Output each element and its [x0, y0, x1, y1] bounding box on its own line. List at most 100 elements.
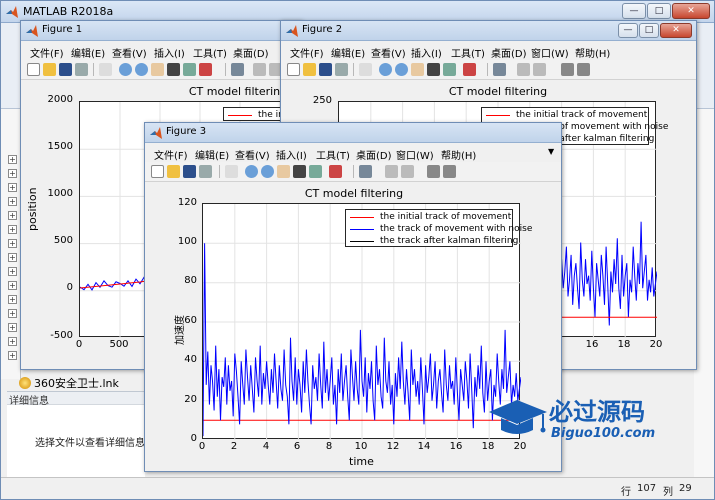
data-cursor-icon[interactable]: [183, 63, 196, 76]
link-plot-icon[interactable]: [231, 63, 244, 76]
link-plot-icon[interactable]: [493, 63, 506, 76]
zoom-in-icon[interactable]: [379, 63, 392, 76]
expand-icon[interactable]: +: [8, 323, 17, 332]
figure-3-title-bar[interactable]: Figure 3: [145, 123, 561, 143]
menu-edit[interactable]: 编辑(E): [71, 45, 105, 60]
save-icon[interactable]: [319, 63, 332, 76]
pan-hand-icon[interactable]: [151, 63, 164, 76]
x-tick-label: 2: [230, 441, 238, 452]
matlab-window-controls: — □ ✕: [622, 3, 710, 20]
zoom-out-icon[interactable]: [395, 63, 408, 76]
link-plot-icon[interactable]: [359, 165, 372, 178]
expand-icon[interactable]: +: [8, 211, 17, 220]
save-icon[interactable]: [183, 165, 196, 178]
colorbar-icon[interactable]: [517, 63, 530, 76]
details-panel-header[interactable]: 详细信息: [7, 391, 145, 407]
open-file-icon[interactable]: [43, 63, 56, 76]
open-file-icon[interactable]: [303, 63, 316, 76]
print-icon[interactable]: [75, 63, 88, 76]
print-icon[interactable]: [335, 63, 348, 76]
zoom-in-icon[interactable]: [245, 165, 258, 178]
expand-icon[interactable]: +: [8, 197, 17, 206]
save-icon[interactable]: [59, 63, 72, 76]
menu-help[interactable]: 帮助(H): [575, 45, 610, 60]
maximize-button[interactable]: □: [639, 23, 659, 38]
hide-plot-tools-icon[interactable]: [427, 165, 440, 178]
colorbar-icon[interactable]: [253, 63, 266, 76]
svg-text:必过源码: 必过源码: [549, 398, 645, 426]
menu-view[interactable]: 查看(V): [112, 45, 147, 60]
legend-icon[interactable]: [401, 165, 414, 178]
menu-insert[interactable]: 插入(I): [154, 45, 185, 60]
menu-dock-arrow-icon[interactable]: ▼: [548, 147, 554, 156]
show-plot-tools-icon[interactable]: [443, 165, 456, 178]
menu-window[interactable]: 窗口(W): [531, 45, 569, 60]
minimize-button[interactable]: —: [618, 23, 638, 38]
open-file-icon[interactable]: [167, 165, 180, 178]
expand-icon[interactable]: +: [8, 169, 17, 178]
rotate-3d-icon[interactable]: [167, 63, 180, 76]
colorbar-icon[interactable]: [385, 165, 398, 178]
maximize-button[interactable]: □: [647, 3, 671, 19]
figure-2-title-bar[interactable]: Figure 2 — □ ✕: [281, 21, 696, 41]
figure-3-legend[interactable]: the initial track of movement the track …: [345, 209, 532, 247]
brush-icon[interactable]: [463, 63, 476, 76]
print-icon[interactable]: [199, 165, 212, 178]
pointer-icon[interactable]: [225, 165, 238, 178]
legend-icon[interactable]: [533, 63, 546, 76]
pointer-icon[interactable]: [359, 63, 372, 76]
pointer-icon[interactable]: [99, 63, 112, 76]
expand-icon[interactable]: +: [8, 267, 17, 276]
expand-icon[interactable]: +: [8, 295, 17, 304]
new-figure-icon[interactable]: [27, 63, 40, 76]
menu-file[interactable]: 文件(F): [30, 45, 64, 60]
menu-desktop[interactable]: 桌面(D): [491, 45, 527, 60]
zoom-out-icon[interactable]: [135, 63, 148, 76]
menu-file[interactable]: 文件(F): [154, 147, 188, 162]
hide-plot-tools-icon[interactable]: [561, 63, 574, 76]
expand-icon[interactable]: +: [8, 351, 17, 360]
expand-icon[interactable]: +: [8, 239, 17, 248]
menu-view[interactable]: 查看(V): [371, 45, 406, 60]
menu-tools[interactable]: 工具(T): [451, 45, 485, 60]
menu-tools[interactable]: 工具(T): [316, 147, 350, 162]
expand-icon[interactable]: +: [8, 225, 17, 234]
file-list-item[interactable]: 360安全卫士.lnk: [19, 375, 119, 391]
menu-help[interactable]: 帮助(H): [441, 147, 476, 162]
rotate-3d-icon[interactable]: [427, 63, 440, 76]
menu-desktop[interactable]: 桌面(D): [356, 147, 392, 162]
rotate-3d-icon[interactable]: [293, 165, 306, 178]
figure-1-title-bar[interactable]: Figure 1: [21, 21, 301, 41]
show-plot-tools-icon[interactable]: [577, 63, 590, 76]
menu-file[interactable]: 文件(F): [290, 45, 324, 60]
expand-icon[interactable]: +: [8, 155, 17, 164]
brush-icon[interactable]: [199, 63, 212, 76]
menu-edit[interactable]: 编辑(E): [195, 147, 229, 162]
menu-insert[interactable]: 插入(I): [411, 45, 442, 60]
command-window-edge: [694, 109, 714, 479]
data-cursor-icon[interactable]: [443, 63, 456, 76]
expand-icon[interactable]: +: [8, 253, 17, 262]
current-folder-tree[interactable]: + + + + + + + + + + + + + + +: [1, 109, 21, 379]
expand-icon[interactable]: +: [8, 183, 17, 192]
zoom-in-icon[interactable]: [119, 63, 132, 76]
zoom-out-icon[interactable]: [261, 165, 274, 178]
new-figure-icon[interactable]: [151, 165, 164, 178]
data-cursor-icon[interactable]: [309, 165, 322, 178]
expand-icon[interactable]: +: [8, 281, 17, 290]
close-button[interactable]: ✕: [672, 3, 710, 19]
pan-hand-icon[interactable]: [411, 63, 424, 76]
minimize-button[interactable]: —: [622, 3, 646, 19]
menu-insert[interactable]: 插入(I): [276, 147, 307, 162]
menu-edit[interactable]: 编辑(E): [331, 45, 365, 60]
menu-tools[interactable]: 工具(T): [193, 45, 227, 60]
expand-icon[interactable]: +: [8, 309, 17, 318]
expand-icon[interactable]: +: [8, 337, 17, 346]
menu-desktop[interactable]: 桌面(D): [233, 45, 269, 60]
close-button[interactable]: ✕: [660, 23, 692, 38]
pan-hand-icon[interactable]: [277, 165, 290, 178]
menu-window[interactable]: 窗口(W): [396, 147, 434, 162]
menu-view[interactable]: 查看(V): [235, 147, 270, 162]
brush-icon[interactable]: [329, 165, 342, 178]
new-figure-icon[interactable]: [287, 63, 300, 76]
